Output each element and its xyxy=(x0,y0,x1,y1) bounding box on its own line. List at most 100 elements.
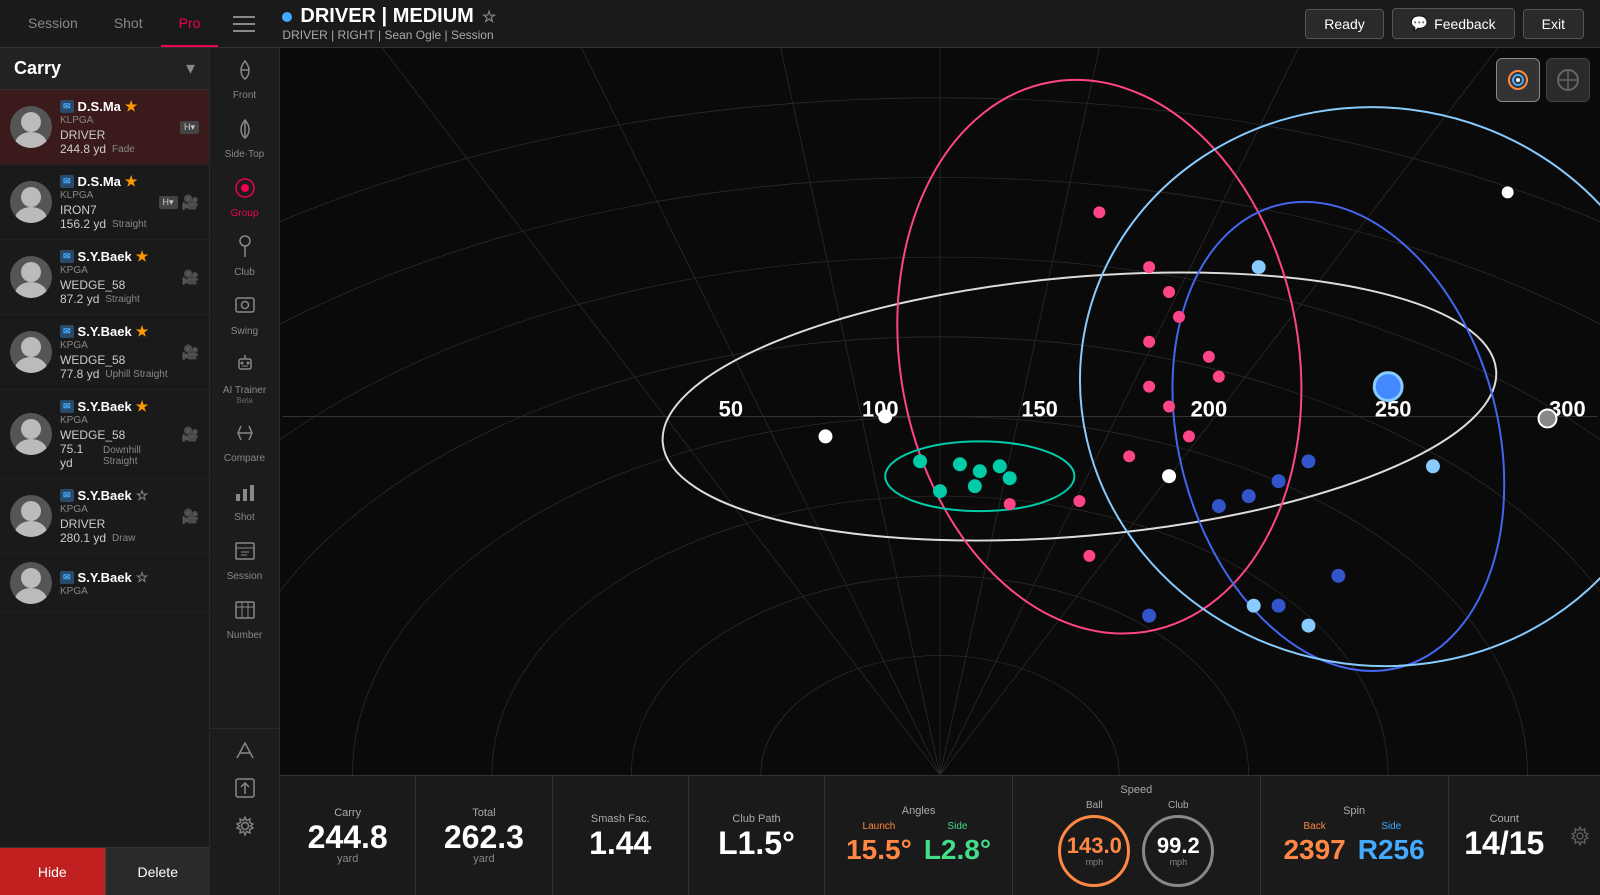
svg-text:50: 50 xyxy=(719,396,743,421)
video-icon: 🎥 xyxy=(182,194,199,211)
sidebar-item-front[interactable]: Front xyxy=(210,52,279,107)
sidetop-label: Side·Top xyxy=(225,149,264,160)
ready-button[interactable]: Ready xyxy=(1305,9,1383,39)
aitrainer-icon xyxy=(233,353,257,383)
list-item[interactable]: ✉ S.Y.Baek ★ KPGA WEDGE_58 87.2 yd Strai… xyxy=(0,240,209,315)
list-item[interactable]: ✉ S.Y.Baek ☆ KPGA DRIVER 280.1 yd Draw 🎥 xyxy=(0,479,209,554)
sidebar-item-shot[interactable]: Shot xyxy=(210,474,279,529)
sidebar-item-swing[interactable]: Swing xyxy=(210,288,279,343)
settings-stat-button[interactable] xyxy=(1560,776,1600,895)
page-subtitle: DRIVER | RIGHT | Sean Ogle | Session xyxy=(282,28,1305,42)
msg-badge: ✉ xyxy=(60,489,74,502)
msg-badge: ✉ xyxy=(60,175,74,188)
speed-stat-label: Speed xyxy=(1120,784,1152,796)
avatar xyxy=(10,413,52,455)
overlay-icons xyxy=(1496,58,1590,102)
share-icon-button[interactable] xyxy=(210,771,279,805)
avatar xyxy=(10,562,52,604)
tab-session[interactable]: Session xyxy=(10,0,96,47)
swing-label: Swing xyxy=(231,326,258,337)
spin-stat: Spin Back 2397 Side R256 xyxy=(1261,776,1449,895)
msg-badge: ✉ xyxy=(60,250,74,263)
side-spin-label: Side xyxy=(1381,821,1401,832)
delete-button[interactable]: Delete xyxy=(105,848,211,895)
sidebar-item-aitrainer[interactable]: AI Trainer Beta xyxy=(210,347,279,411)
club-badge: H▾ xyxy=(180,121,199,134)
video-icon: 🎥 xyxy=(182,426,199,443)
group-label: Group xyxy=(231,208,259,219)
star-icon: ★ xyxy=(125,173,138,190)
avatar xyxy=(10,181,52,223)
list-item[interactable]: ✉ D.S.Ma ★ KLPGA DRIVER 244.8 yd Fade H▾ xyxy=(0,90,209,165)
sidebar-item-group[interactable]: Group xyxy=(210,170,279,225)
page-title: DRIVER | MEDIUM ☆ xyxy=(282,5,1305,28)
svg-text:200: 200 xyxy=(1191,396,1228,421)
club-speed-unit: mph xyxy=(1170,857,1188,867)
back-spin-label: Back xyxy=(1304,821,1326,832)
main-canvas[interactable]: .grid-line { stroke: #2a2a2a; stroke-wid… xyxy=(280,48,1600,775)
session-icon xyxy=(233,539,257,569)
settings-icon-button[interactable] xyxy=(210,809,279,843)
compare-label: Compare xyxy=(224,453,265,464)
left-panel: Carry ▾ ✉ D.S.Ma ★ KLPGA DRIVER 244.8 yd… xyxy=(0,48,210,895)
sidebar-item-sidetop[interactable]: Side·Top xyxy=(210,111,279,166)
video-icon: 🎥 xyxy=(182,508,199,525)
list-item[interactable]: ✉ S.Y.Baek ★ KPGA WEDGE_58 75.1 yd Downh… xyxy=(0,390,209,479)
clubpath-stat-value: L1.5° xyxy=(718,827,795,859)
sidebar-item-compare[interactable]: Compare xyxy=(210,415,279,470)
feedback-icon: 💬 xyxy=(1411,15,1428,32)
total-stat-label: Total xyxy=(472,807,495,819)
carry-dropdown[interactable]: Carry ▾ xyxy=(0,48,209,90)
club-speed-ring: 99.2 mph xyxy=(1142,815,1214,887)
count-stat-label: Count xyxy=(1490,813,1519,825)
front-icon xyxy=(233,58,257,88)
count-stat-value: 14/15 xyxy=(1464,827,1544,859)
group-view-button[interactable] xyxy=(1496,58,1540,102)
shot-icon xyxy=(233,480,257,510)
number-icon xyxy=(233,598,257,628)
hide-button[interactable]: Hide xyxy=(0,848,105,895)
list-item[interactable]: ✉ S.Y.Baek ★ KPGA WEDGE_58 77.8 yd Uphil… xyxy=(0,315,209,390)
side-nav-bottom xyxy=(210,728,280,847)
launch-label: Launch xyxy=(863,821,896,832)
side-value: L2.8° xyxy=(924,834,991,866)
carry-stat: Carry 244.8 yard xyxy=(280,776,416,895)
list-item[interactable]: ✉ D.S.Ma ★ KLPGA IRON7 156.2 yd Straight… xyxy=(0,165,209,240)
club-speed-label: Club xyxy=(1168,800,1189,811)
mode-toggle-button[interactable] xyxy=(1546,58,1590,102)
ball-speed-ring: 143.0 mph xyxy=(1058,815,1130,887)
player-info: ✉ D.S.Ma ★ KLPGA DRIVER 244.8 yd Fade xyxy=(60,98,172,156)
star-icon: ★ xyxy=(125,98,138,115)
exit-button[interactable]: Exit xyxy=(1523,9,1584,39)
star-icon: ★ xyxy=(136,248,149,265)
side-spin-value: R256 xyxy=(1358,834,1425,866)
angles-stat-label: Angles xyxy=(902,805,936,817)
clubpath-stat: Club Path L1.5° xyxy=(689,776,825,895)
msg-badge: ✉ xyxy=(60,571,74,584)
export-icon-button[interactable] xyxy=(210,733,279,767)
total-stat-value: 262.3 xyxy=(444,821,524,853)
carry-stat-label: Carry xyxy=(334,807,361,819)
back-spin-value: 2397 xyxy=(1283,834,1345,866)
beta-label: Beta xyxy=(236,396,252,405)
header: Session Shot Pro DRIVER | MEDIUM ☆ DRIVE… xyxy=(0,0,1600,48)
swing-icon xyxy=(233,294,257,324)
sidebar-item-number[interactable]: Number xyxy=(210,592,279,647)
star-icon[interactable]: ☆ xyxy=(482,7,496,27)
carry-stat-unit: yard xyxy=(337,853,358,865)
club-badge: H▾ xyxy=(159,196,178,209)
compare-icon xyxy=(233,421,257,451)
header-title-area: DRIVER | MEDIUM ☆ DRIVER | RIGHT | Sean … xyxy=(262,5,1305,42)
star-outline-icon: ☆ xyxy=(136,569,149,586)
sidebar-item-club[interactable]: Club xyxy=(210,229,279,284)
header-actions: Ready 💬 Feedback Exit xyxy=(1305,8,1600,39)
list-item[interactable]: ✉ S.Y.Baek ☆ KPGA xyxy=(0,554,209,613)
tab-pro[interactable]: Pro xyxy=(161,0,219,47)
avatar xyxy=(10,331,52,373)
sidebar-item-session[interactable]: Session xyxy=(210,533,279,588)
tab-shot[interactable]: Shot xyxy=(96,0,161,47)
feedback-button[interactable]: 💬 Feedback xyxy=(1392,8,1515,39)
angles-stat: Angles Launch 15.5° Side L2.8° xyxy=(825,776,1013,895)
msg-badge: ✉ xyxy=(60,400,74,413)
menu-icon[interactable] xyxy=(226,0,262,48)
